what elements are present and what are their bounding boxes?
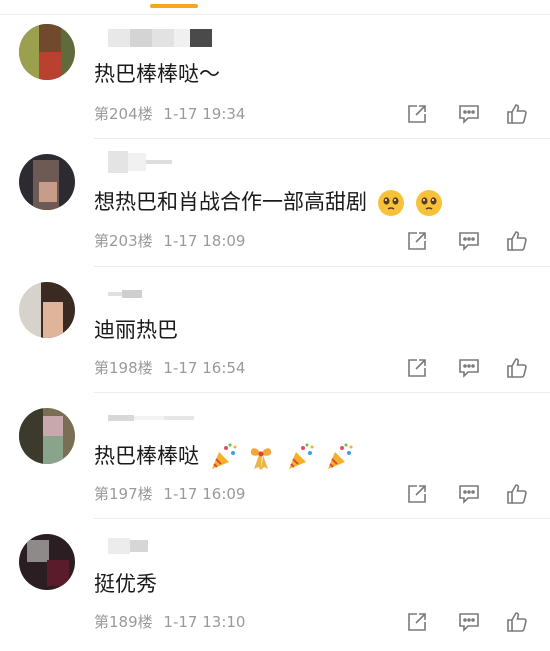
avatar[interactable]	[19, 534, 75, 590]
username[interactable]	[108, 408, 194, 428]
avatar[interactable]	[19, 408, 75, 464]
username[interactable]	[108, 28, 212, 48]
comment-item: 挺优秀 第189楼 1-17 13:10	[0, 518, 550, 651]
share-icon	[408, 105, 426, 123]
comment-text: 热巴棒棒哒	[94, 442, 354, 472]
share-icon	[408, 359, 426, 377]
share-button[interactable]	[403, 100, 431, 128]
comment-icon	[459, 485, 479, 504]
comment-meta: 第198楼 1-17 16:54	[94, 358, 245, 378]
share-button[interactable]	[403, 480, 431, 508]
comment-icon	[459, 232, 479, 251]
comment-item: 迪丽热巴 第198楼 1-17 16:54	[0, 266, 550, 394]
reply-button[interactable]	[455, 354, 483, 382]
like-button[interactable]	[503, 227, 531, 255]
comment-icon	[459, 105, 479, 124]
comment-icon	[459, 613, 479, 632]
ribbon-gift-icon	[251, 448, 272, 470]
share-button[interactable]	[403, 354, 431, 382]
party-popper-icon	[211, 443, 237, 469]
share-button[interactable]	[403, 608, 431, 636]
thumbs-up-icon	[507, 484, 527, 504]
floor-number: 第203楼	[94, 232, 153, 250]
party-popper-icon	[289, 443, 314, 469]
floor-number: 第198楼	[94, 359, 153, 377]
username[interactable]	[108, 284, 142, 304]
party-popper-icon	[327, 443, 353, 469]
like-button[interactable]	[503, 480, 531, 508]
reply-button[interactable]	[455, 227, 483, 255]
avatar[interactable]	[19, 282, 75, 338]
thumbs-up-icon	[507, 358, 527, 378]
reply-button[interactable]	[455, 480, 483, 508]
comment-text: 想热巴和肖战合作一部高甜剧	[94, 188, 444, 218]
comment-meta: 第197楼 1-17 16:09	[94, 484, 245, 504]
floor-number: 第189楼	[94, 613, 153, 631]
timestamp: 1-17 16:09	[163, 485, 246, 503]
comment-item: 想热巴和肖战合作一部高甜剧 第203楼 1-17 18:09	[0, 138, 550, 268]
comment-icon	[459, 359, 479, 378]
share-button[interactable]	[403, 227, 431, 255]
comment-meta: 第189楼 1-17 13:10	[94, 612, 245, 632]
comment-meta: 第204楼 1-17 19:34	[94, 104, 245, 124]
thumbs-up-icon	[507, 612, 527, 632]
comment-item: 热巴棒棒哒 第197楼 1-17 16:09	[0, 392, 550, 520]
comment-item: 热巴棒棒哒～ 第204楼 1-17 19:34	[0, 0, 550, 140]
comment-text: 挺优秀	[94, 572, 157, 596]
like-button[interactable]	[503, 608, 531, 636]
floor-number: 第204楼	[94, 105, 153, 123]
pleading-face-icon	[416, 190, 443, 216]
timestamp: 1-17 19:34	[163, 105, 246, 123]
share-icon	[408, 485, 426, 503]
timestamp: 1-17 16:54	[163, 359, 246, 377]
comment-text: 热巴棒棒哒～	[94, 62, 220, 86]
username[interactable]	[108, 536, 148, 556]
like-button[interactable]	[503, 100, 531, 128]
comment-text: 迪丽热巴	[94, 318, 178, 342]
share-icon	[408, 613, 426, 631]
comment-meta: 第203楼 1-17 18:09	[94, 231, 245, 251]
reply-button[interactable]	[455, 100, 483, 128]
like-button[interactable]	[503, 354, 531, 382]
floor-number: 第197楼	[94, 485, 153, 503]
avatar[interactable]	[19, 24, 75, 80]
username[interactable]	[108, 151, 172, 173]
thumbs-up-icon	[507, 231, 527, 251]
timestamp: 1-17 18:09	[163, 232, 246, 250]
avatar[interactable]	[19, 154, 75, 210]
share-icon	[408, 232, 426, 250]
timestamp: 1-17 13:10	[163, 613, 246, 631]
pleading-face-icon	[377, 190, 404, 216]
thumbs-up-icon	[507, 104, 527, 124]
reply-button[interactable]	[455, 608, 483, 636]
